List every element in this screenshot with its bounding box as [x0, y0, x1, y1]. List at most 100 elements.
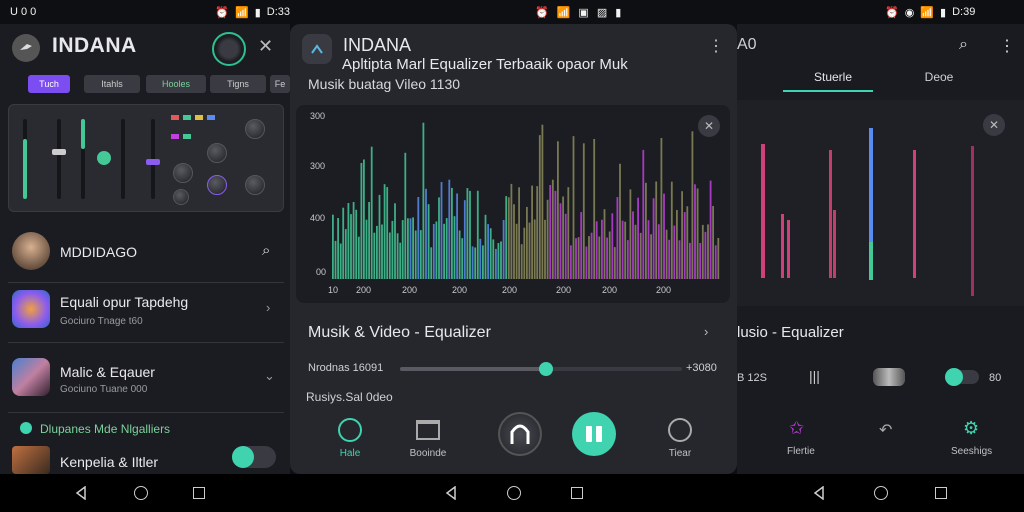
settings-icon[interactable]: ⚙ — [963, 418, 979, 439]
alarm-icon: ⏰ — [535, 6, 549, 19]
thumbnail — [12, 358, 50, 396]
toggle-switch[interactable] — [945, 368, 979, 386]
back-icon[interactable] — [70, 482, 92, 504]
recents-icon[interactable] — [566, 482, 588, 504]
spectrum-bar — [655, 181, 658, 279]
chip-tigns[interactable]: Tigns — [210, 75, 266, 93]
control-label: Hale — [339, 448, 361, 459]
spectrum-bar — [575, 238, 577, 279]
spectrum-bar — [342, 207, 345, 279]
upload-icon — [311, 44, 323, 54]
search-icon[interactable]: ⌕ — [262, 242, 270, 259]
spectrum-bar — [634, 224, 637, 279]
right-panel: A0 ⌕ ⋮ Stuerle Deoe ✕ lusio - Equalizer … — [737, 24, 1024, 474]
chip-hooles[interactable]: Hooles — [146, 75, 206, 93]
spectrum-bar — [407, 218, 409, 279]
spectrum-bar — [344, 229, 347, 279]
battery-icon: ▮ — [940, 6, 947, 19]
bars-icon[interactable]: ||| — [809, 368, 820, 384]
x-tick: 200 — [402, 285, 418, 295]
eq-knob[interactable] — [245, 175, 265, 195]
avatar[interactable] — [12, 232, 50, 270]
chip-tuch[interactable]: Tuch — [28, 75, 70, 93]
search-icon[interactable]: ⌕ — [959, 36, 968, 54]
waveform-icon[interactable] — [873, 368, 905, 386]
spectrum-bar — [531, 185, 533, 279]
spectrum-bar — [670, 181, 673, 279]
recents-icon[interactable] — [188, 482, 210, 504]
toggle-switch[interactable] — [232, 446, 276, 468]
spectrum-bar — [365, 219, 368, 279]
fader-handle[interactable] — [146, 159, 160, 165]
spectrum-bar — [484, 214, 487, 279]
x-tick: 10 — [328, 285, 339, 295]
undo-icon[interactable]: ↶ — [879, 420, 892, 440]
more-vert-icon[interactable]: ⋮ — [999, 36, 1015, 56]
battery-icon: ▮ — [615, 6, 622, 19]
left-panel: INDANA ✕ Tuch Itahls Hooles Tigns Fe MDD… — [0, 24, 290, 474]
pause-button[interactable] — [572, 412, 616, 456]
close-icon[interactable]: ✕ — [258, 36, 273, 57]
value-label-left: B 12S — [737, 372, 767, 384]
spectrum-bar — [678, 240, 681, 279]
home-circle-icon[interactable] — [503, 482, 525, 504]
level-bar — [761, 144, 765, 278]
spectrum-bar — [619, 163, 621, 279]
star-icon[interactable]: ✩ — [789, 418, 804, 439]
chip-itahls[interactable]: Itahls — [84, 75, 140, 93]
spectrum-bar — [479, 238, 482, 279]
more-vert-icon[interactable]: ⋮ — [708, 36, 724, 56]
slider-thumb[interactable] — [539, 362, 553, 376]
level-bar — [787, 220, 790, 278]
spectrum-bar — [422, 122, 425, 279]
fader-track — [52, 119, 66, 199]
eq-knob[interactable] — [173, 163, 193, 183]
spectrum-bar — [438, 197, 440, 279]
close-icon[interactable]: ✕ — [698, 115, 720, 137]
eq-knob[interactable] — [207, 175, 227, 195]
app-logo[interactable] — [12, 34, 40, 62]
spectrum-bar — [691, 131, 694, 279]
spectrum-bar — [492, 239, 495, 279]
control-label: Tiear — [668, 448, 692, 459]
back-icon[interactable] — [440, 482, 462, 504]
spectrum-bar — [448, 179, 451, 279]
x-tick: 200 — [356, 285, 372, 295]
eq-knob[interactable] — [173, 189, 189, 205]
spectrum-bar — [396, 233, 399, 279]
seek-slider[interactable] — [400, 362, 682, 376]
back-icon[interactable] — [808, 482, 830, 504]
eq-knob[interactable] — [207, 143, 227, 163]
home-circle-icon[interactable] — [130, 482, 152, 504]
spectrum-bar — [652, 198, 655, 279]
chevron-right-icon[interactable]: › — [704, 324, 708, 339]
fader-handle[interactable] — [97, 151, 111, 165]
tab-stuerle[interactable]: Stuerle — [797, 70, 869, 84]
search-icon[interactable] — [870, 482, 892, 504]
tab-deoe[interactable]: Deoe — [907, 70, 971, 84]
chip-fe[interactable]: Fe — [270, 75, 290, 93]
chevron-down-icon[interactable]: ⌄ — [264, 368, 275, 384]
equalizer-button[interactable] — [498, 412, 542, 456]
recents-icon[interactable] — [930, 482, 952, 504]
eq-knob[interactable] — [245, 119, 265, 139]
home-icon[interactable] — [338, 418, 362, 442]
spectrum-bar — [458, 230, 461, 279]
x-tick: 200 — [556, 285, 572, 295]
spectrum-bar — [391, 220, 394, 279]
fader-handle[interactable] — [52, 149, 66, 155]
library-icon[interactable] — [416, 420, 440, 440]
slider-label-left: Nrodnas 16091 — [308, 362, 384, 374]
spectrum-bar — [518, 187, 520, 279]
slider-label-right: +3080 — [686, 362, 717, 374]
close-icon[interactable]: ✕ — [983, 114, 1005, 136]
spectrum-bar — [435, 221, 438, 279]
spectrum-bar — [557, 141, 559, 279]
spectrum-bar — [497, 243, 500, 279]
volume-knob[interactable] — [212, 32, 246, 66]
spectrum-bar — [360, 163, 363, 279]
app-icon[interactable] — [302, 34, 332, 64]
spectrum-bar — [515, 223, 518, 279]
spectrum-bar — [526, 207, 528, 279]
timer-icon[interactable] — [668, 418, 692, 442]
